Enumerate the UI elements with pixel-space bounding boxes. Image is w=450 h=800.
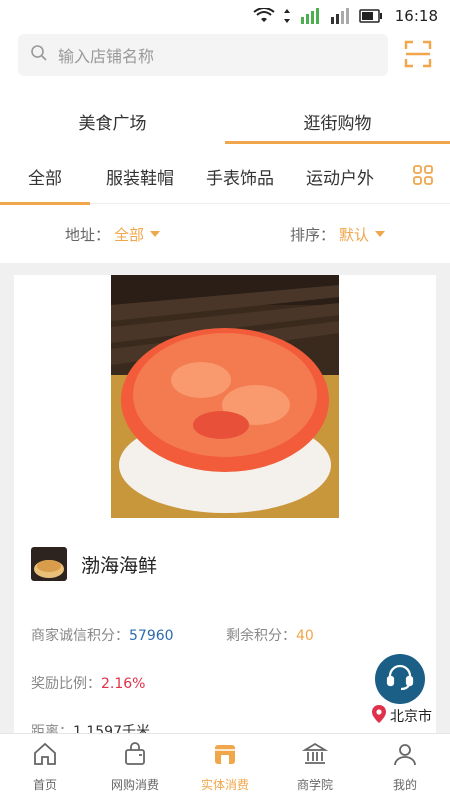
wifi-icon: [253, 8, 275, 24]
status-bar: 16:18: [0, 0, 450, 32]
signal-2g-icon: [329, 7, 351, 25]
credit-points: 商家诚信积分：57960: [31, 628, 174, 644]
search-row: 输入店铺名称: [0, 32, 450, 78]
shopping-bag-icon: [122, 741, 148, 770]
sub-category-tabs: 全部 服装鞋帽 手表饰品 运动户外: [0, 150, 450, 205]
signal-4g-icon: [299, 7, 321, 25]
nav-online-shopping[interactable]: 网购消费: [90, 734, 180, 800]
reward-ratio-value: 2.16%: [101, 676, 146, 692]
remaining-points-value: 40: [296, 628, 314, 644]
store-name: 渤海海鲜: [81, 554, 158, 577]
sub-tab-watches[interactable]: 手表饰品: [200, 150, 280, 204]
remaining-points: 剩余积分：40: [226, 628, 314, 644]
sub-tab-outdoor[interactable]: 运动户外: [300, 150, 380, 204]
scan-button[interactable]: [402, 38, 434, 70]
store-location: 北京市: [372, 705, 432, 727]
grid-icon: [412, 165, 434, 190]
search-input[interactable]: 输入店铺名称: [18, 34, 388, 76]
store-avatar: [31, 547, 67, 581]
academy-icon: [301, 741, 329, 770]
store-photo: [111, 275, 339, 518]
store-header: 渤海海鲜: [31, 547, 157, 581]
bottom-nav: 首页 网购消费 实体消费 商学院 我的: [0, 733, 450, 800]
store-card[interactable]: 渤海海鲜 商家诚信积分：57960 剩余积分：40 奖励比例：2.16% 距离：…: [14, 275, 436, 745]
filter-row: 地址： 全部 排序： 默认: [0, 205, 450, 263]
location-pin-icon: [372, 705, 386, 727]
nav-home[interactable]: 首页: [0, 734, 90, 800]
scan-icon: [402, 40, 434, 74]
caret-down-icon: [375, 231, 386, 237]
tab-food-plaza[interactable]: 美食广场: [0, 96, 225, 146]
data-transfer-icon: [283, 8, 291, 24]
nav-profile[interactable]: 我的: [360, 734, 450, 800]
caret-down-icon: [150, 231, 161, 237]
sub-tab-all[interactable]: 全部: [0, 150, 90, 205]
search-placeholder: 输入店铺名称: [58, 47, 155, 66]
status-time: 16:18: [394, 7, 438, 25]
reward-ratio: 奖励比例：2.16%: [31, 676, 146, 692]
nav-in-store[interactable]: 实体消费: [180, 734, 270, 800]
sub-tab-clothing[interactable]: 服装鞋帽: [100, 150, 180, 204]
category-tabs: 美食广场 逛街购物: [0, 96, 450, 146]
headset-icon: [385, 662, 415, 696]
credit-points-value: 57960: [129, 628, 174, 644]
city-label: 北京市: [390, 709, 432, 725]
sort-filter[interactable]: 排序： 默认: [225, 224, 450, 245]
battery-icon: [359, 9, 383, 23]
grid-menu-button[interactable]: [412, 164, 434, 186]
nav-academy[interactable]: 商学院: [270, 734, 360, 800]
tab-shopping[interactable]: 逛街购物: [225, 96, 450, 146]
address-filter[interactable]: 地址： 全部: [0, 224, 225, 245]
sort-filter-value: 默认: [339, 225, 370, 244]
search-icon: [30, 44, 48, 66]
home-icon: [32, 741, 58, 770]
store-icon: [212, 741, 238, 770]
address-filter-value: 全部: [114, 225, 145, 244]
customer-service-button[interactable]: [375, 654, 425, 704]
user-icon: [392, 741, 418, 770]
